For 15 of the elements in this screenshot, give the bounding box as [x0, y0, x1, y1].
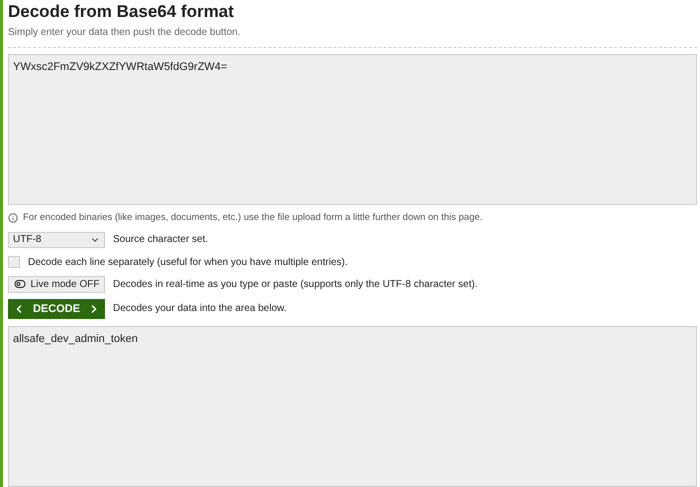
- live-mode-button[interactable]: Live mode OFF: [8, 276, 105, 293]
- page-title: Decode from Base64 format: [8, 1, 235, 23]
- input-field[interactable]: YWxsc2FmZV9kZXZfYWRtaW5fdG9rZW4=: [8, 54, 697, 205]
- info-icon: [8, 212, 18, 223]
- checkbox-label: Decode each line separately (useful for when you have multiple entries).: [28, 256, 348, 270]
- output-field[interactable]: allsafe_dev_admin_token: [8, 326, 697, 487]
- live-mode-label: Decodes in real-time as you type or paste (supports only the UTF-8 character set).: [113, 278, 478, 292]
- decode-button[interactable]: DECODE: [8, 298, 105, 319]
- charset-select[interactable]: UTF-8: [8, 232, 105, 248]
- info-text: For encoded binaries (like images, documents, etc.) use the file upload form a little further down on this page.: [23, 210, 482, 225]
- subtitle: Simply enter your data then push the decode button.: [8, 26, 242, 40]
- charset-label: Source character set.: [113, 233, 208, 248]
- decode-label: Decodes your data into the area below.: [113, 302, 286, 316]
- toggle-icon: [14, 278, 26, 290]
- checkbox[interactable]: [8, 256, 20, 268]
